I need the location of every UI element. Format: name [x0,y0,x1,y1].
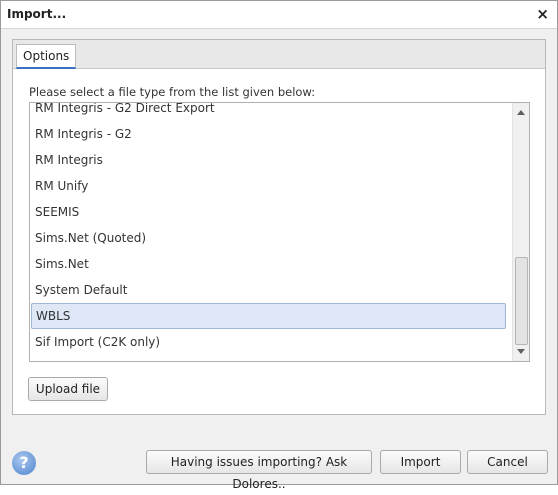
list-item[interactable]: RM Integris - G2 [31,121,506,147]
tab-options[interactable]: Options [16,44,77,69]
tab-strip: Options [13,40,545,69]
list-item[interactable]: SEEMIS [31,199,506,225]
list-item[interactable]: WBLS [31,303,506,329]
list-item[interactable]: RM Integris [31,147,506,173]
help-icon[interactable]: ? [12,451,36,475]
list-item[interactable]: Sif Import (C2K only) [31,329,506,355]
list-item[interactable]: Sims.Net (Quoted) [31,225,506,251]
scroll-thumb[interactable] [515,257,528,345]
window-title: Import... [7,7,67,21]
list-scrollbar[interactable] [512,103,529,361]
ask-dolores-button[interactable]: Having issues importing? Ask Dolores.. [146,450,372,491]
upload-file-button[interactable]: Upload file [28,377,108,401]
list-item[interactable]: RM Unify [31,173,506,199]
cancel-button[interactable]: Cancel [467,450,548,474]
scroll-up-icon[interactable] [517,110,525,115]
import-button[interactable]: Import [380,450,461,474]
scroll-down-icon[interactable] [517,349,525,354]
file-type-list[interactable]: RM Integris - G2 Direct Export RM Integri… [29,102,530,362]
list-item[interactable]: Sims.Net [31,251,506,277]
list-item[interactable]: System Default [31,277,506,303]
options-panel: Options Please select a file type from t… [12,39,546,415]
import-dialog: Import... × Options Please select a file… [0,0,558,491]
instruction-text: Please select a file type from the list … [29,85,316,99]
title-bar: Import... × [1,1,557,29]
list-item[interactable]: RM Integris - G2 Direct Export [31,103,506,121]
close-icon[interactable]: × [536,5,549,23]
